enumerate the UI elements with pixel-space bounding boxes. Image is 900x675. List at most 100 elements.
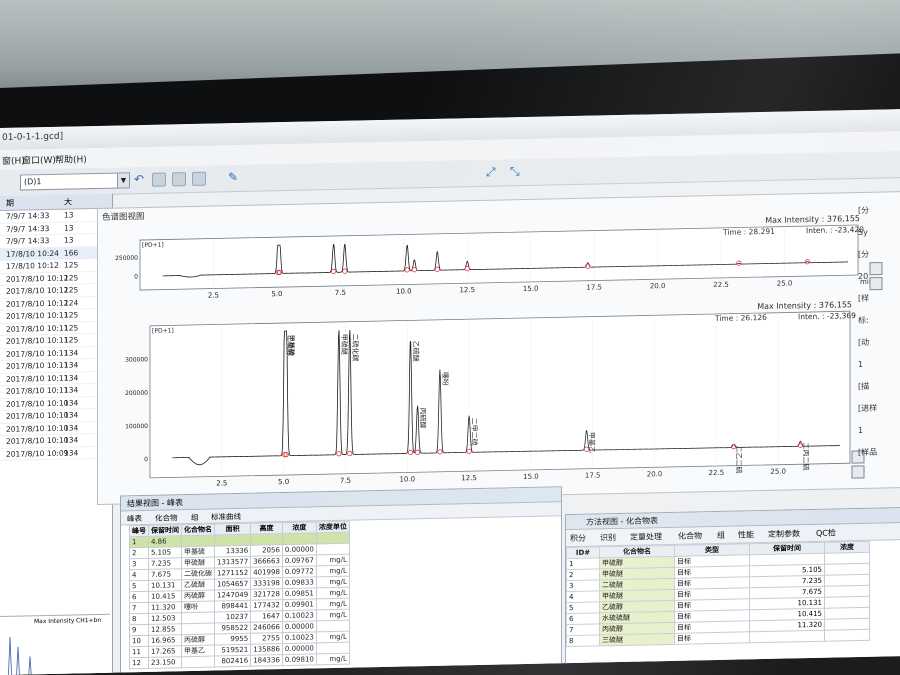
method-tab[interactable]: 化合物 (678, 530, 702, 542)
method-tab[interactable]: 性能 (738, 529, 754, 540)
file-list-item-date: 17/8/10 10:12 (6, 260, 59, 271)
method-tab[interactable]: 定制参数 (768, 528, 800, 540)
peak-label: 二丙二硫 (801, 442, 810, 470)
file-list-item-size: 124 (64, 297, 79, 308)
tab-calibration[interactable]: 标准曲线 (211, 511, 241, 523)
top-x-tick: 22.5 (713, 281, 729, 289)
top-inten-readout: Inten. : -23,420 (806, 225, 864, 235)
peak-table-cell: 1054657 (214, 578, 251, 591)
compound-table-cell: 1 (566, 557, 600, 570)
file-list-col-date[interactable]: 期 (6, 198, 14, 209)
file-list-item-date: 17/8/10 10:24 (6, 248, 59, 259)
chromatogram-svg[interactable]: 2.5 5.0 7.5 10.0 12.5 15.0 17.5 20.0 22.5 25.0 min… (98, 192, 898, 501)
file-list-item[interactable]: 2017/8/10 10:09 134 (0, 446, 112, 461)
tab-compound[interactable]: 化合物 (155, 512, 178, 523)
peak-table-cell: 802416 (214, 655, 251, 668)
tool-button-3[interactable] (192, 171, 206, 186)
method-tab[interactable]: 识别 (600, 532, 616, 543)
compound-table-cell (749, 630, 825, 643)
peak-table-cell: 0.10023 (282, 631, 317, 644)
peak-table-cell (282, 532, 317, 545)
top-x-tick: 15.0 (523, 285, 539, 293)
peak-table-cell: mg/L (316, 609, 350, 621)
top-x-tick: 20.0 (650, 282, 666, 290)
tool-button-2[interactable] (172, 172, 186, 187)
file-list-item-date: 2017/8/10 10:12 (6, 285, 69, 296)
zoom-reset-icon[interactable]: ⤡ (510, 164, 520, 179)
method-tab[interactable]: QC检 (816, 527, 836, 538)
bottom-y-tick: 0 (144, 456, 148, 463)
peak-table-cell (181, 612, 215, 624)
peak-table-column-header[interactable]: 化合物名 (181, 524, 215, 536)
file-list-item-date: 7/9/7 14:33 (6, 210, 50, 221)
file-list-item-date: 2017/8/10 10:10 (6, 423, 69, 434)
menu-item-help[interactable]: 帮助(H) (55, 152, 87, 166)
pencil-icon[interactable]: ✎ (228, 170, 238, 184)
method-tab[interactable]: 积分 (570, 533, 586, 544)
peak-label: 乙硫醚 (412, 341, 421, 362)
peak-table-column-header[interactable]: 峰号 (129, 525, 149, 537)
file-list-item-size: 134 (64, 360, 79, 370)
method-tab[interactable]: 组 (717, 530, 725, 541)
bottom-x-tick: 10.0 (399, 475, 415, 483)
bottom-x-tick: 2.5 (216, 479, 227, 487)
peak-table-cell: 甲基乙 (181, 645, 215, 657)
peak-table-cell: 8 (129, 613, 149, 625)
file-list-item-date: 2017/8/10 10:11 (6, 373, 69, 384)
zoom-fit-icon[interactable]: ⤢ (486, 165, 496, 180)
file-list-item-size: 134 (64, 372, 79, 383)
peak-table-cell: 5 (129, 580, 149, 592)
peak-table-column-header[interactable]: 保留时间 (148, 524, 182, 537)
compound-table-cell: 6 (566, 612, 600, 625)
peak-table-cell: 11.320 (148, 601, 182, 614)
peak-table-cell: 1271152 (214, 567, 251, 580)
chevron-down-icon[interactable]: ▼ (117, 173, 129, 188)
peak-table-cell (316, 532, 350, 544)
method-tab[interactable]: 定量处理 (630, 531, 662, 543)
compound-table-column-header[interactable]: ID# (566, 546, 600, 559)
peak-table-cell (181, 623, 215, 635)
compound-table-cell: 5 (566, 601, 600, 614)
peak-table-cell: 1 (129, 536, 149, 548)
file-list-item-date: 2017/8/10 10:12 (6, 273, 69, 284)
peak-table-cell: 366663 (250, 555, 283, 568)
file-list-col-size[interactable]: 大 (64, 196, 72, 207)
peak-table-cell: 12.503 (148, 612, 182, 625)
peak-label: 丙硫醇 (419, 407, 428, 428)
file-list-item-date: 2017/8/10 10:09 (6, 448, 69, 459)
tab-group[interactable]: 组 (191, 512, 199, 523)
peak-table-column-header[interactable]: 浓度单位 (316, 521, 350, 533)
peak-table-cell: 2056 (250, 544, 283, 557)
peak-table-cell: 3 (129, 558, 149, 570)
channel-select-value: (D)1 (24, 177, 42, 187)
peak-table-cell: 2 (129, 547, 149, 559)
bottom-plot-area[interactable] (149, 310, 851, 479)
channel-select[interactable]: (D)1 ▼ (20, 172, 130, 191)
peak-table-cell: 0.09901 (282, 598, 317, 611)
menu-item-window[interactable]: 窗口(W) (22, 153, 56, 167)
bottom-x-tick: 22.5 (709, 469, 725, 477)
peak-table-column-header[interactable]: 面积 (214, 523, 251, 536)
file-list-rows: 7/9/7 14:33 13 7/9/7 14:33 13 7/9/7 14:33 13 1… (0, 208, 112, 461)
monitor-screen: 01-0-1-1.gcd] 窗(H) 窗口(W) 帮助(H) (D)1 ▼ ↶ … (0, 109, 900, 675)
peak-table-cell: 11 (129, 646, 149, 658)
bottom-inten-readout: Inten. : -23,369 (798, 311, 856, 321)
peak-label: 二硫化碳 (351, 333, 360, 361)
compound-table-cell: 7 (566, 623, 600, 636)
file-list-item-date: 2017/8/10 10:10 (6, 410, 69, 421)
file-list-item-date: 2017/8/10 10:12 (6, 298, 69, 309)
compound-table-cell: 4 (566, 590, 600, 603)
peak-table-cell: 0.10023 (282, 609, 317, 622)
peak-table-cell: 甲基硫 (181, 546, 215, 558)
compound-table: ID# 化合物名 类型 保留时间 浓度 1 甲硫醇 目标 2 甲硫醚 目标 5.105 3 二硫醚 目标 7.… (566, 541, 870, 647)
peak-table-column-header[interactable]: 浓度 (282, 521, 317, 534)
bottom-y-tick: 300000 (125, 356, 148, 363)
bottom-x-tick: 17.5 (585, 471, 601, 479)
bottom-x-tick: 15.0 (523, 473, 539, 481)
bottom-legend: [PD+1] (152, 327, 174, 334)
bottom-x-tick: 7.5 (340, 477, 351, 485)
tab-peak-table[interactable]: 峰表 (127, 513, 142, 524)
tool-button-1[interactable] (152, 172, 166, 187)
undo-icon[interactable]: ↶ (134, 172, 144, 186)
peak-table-column-header[interactable]: 高度 (250, 522, 283, 535)
